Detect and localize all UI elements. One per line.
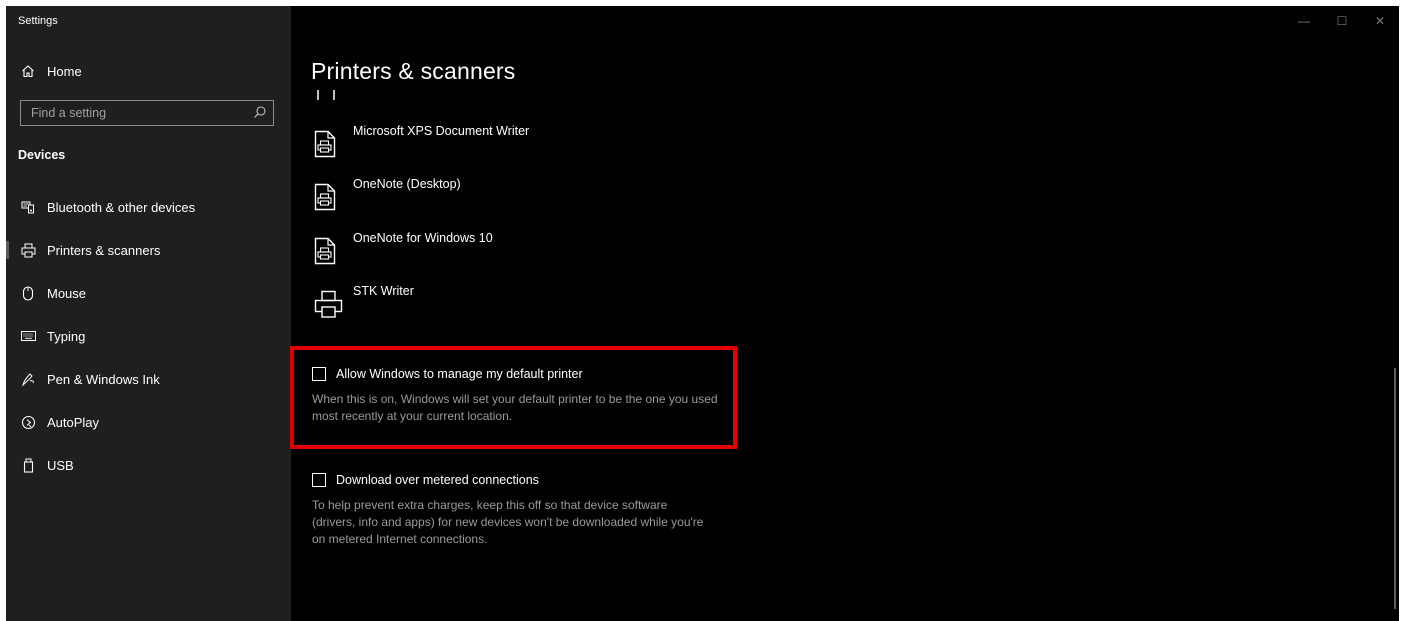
- search-input[interactable]: [21, 101, 246, 125]
- printer-item[interactable]: OneNote for Windows 10: [311, 231, 711, 275]
- sidebar-item-label: AutoPlay: [47, 414, 100, 430]
- minimize-button[interactable]: —: [1285, 6, 1323, 36]
- sidebar-item-bluetooth[interactable]: Bluetooth & other devices: [6, 189, 291, 225]
- printer-name: OneNote for Windows 10: [353, 231, 493, 245]
- highlight-box: [290, 346, 737, 449]
- metered-download-label[interactable]: Download over metered connections: [336, 473, 539, 487]
- maximize-button[interactable]: ☐: [1323, 6, 1361, 36]
- app-title: Settings: [18, 15, 58, 27]
- search-box[interactable]: [20, 100, 274, 126]
- sidebar-item-label: Home: [47, 63, 82, 79]
- sidebar: Settings Home Devices Bluetooth & other …: [6, 6, 291, 621]
- autoplay-icon: [19, 413, 37, 431]
- printer-item[interactable]: OneNote (Desktop): [311, 177, 711, 221]
- sidebar-item-label: Bluetooth & other devices: [47, 199, 196, 215]
- metered-download-checkbox[interactable]: [312, 473, 326, 487]
- usb-icon: [19, 456, 37, 474]
- sidebar-item-printers[interactable]: Printers & scanners: [6, 232, 291, 268]
- home-icon: [19, 62, 37, 80]
- keyboard-icon: [19, 327, 37, 345]
- document-printer-icon: [314, 237, 336, 270]
- metered-download-description: To help prevent extra charges, keep this…: [312, 498, 704, 546]
- metered-download-option: Download over metered connections To hel…: [312, 469, 732, 548]
- printer-name: Microsoft XPS Document Writer: [353, 124, 530, 138]
- printer-icon: [314, 290, 344, 325]
- search-icon[interactable]: [253, 105, 267, 124]
- section-heading-devices: Devices: [18, 148, 66, 162]
- printer-item[interactable]: STK Writer: [311, 284, 711, 328]
- sidebar-item-usb[interactable]: USB: [6, 447, 291, 483]
- sidebar-item-label: USB: [47, 457, 74, 473]
- document-printer-icon: [314, 130, 336, 163]
- close-button[interactable]: ✕: [1361, 6, 1399, 36]
- sidebar-item-home[interactable]: Home: [6, 53, 291, 89]
- sidebar-item-pen[interactable]: Pen & Windows Ink: [6, 361, 291, 397]
- document-printer-icon: [314, 183, 336, 216]
- settings-window: Settings Home Devices Bluetooth & other …: [6, 6, 1399, 621]
- pen-icon: [19, 370, 37, 388]
- bluetooth-devices-icon: [19, 198, 37, 216]
- metered-download-checkbox-row[interactable]: Download over metered connections: [312, 469, 732, 491]
- printer-name: STK Writer: [353, 284, 414, 298]
- page-title: Printers & scanners: [311, 58, 516, 84]
- window-controls: — ☐ ✕: [1285, 6, 1399, 36]
- mouse-icon: [19, 284, 37, 302]
- sidebar-item-label: Typing: [47, 328, 86, 344]
- printer-item[interactable]: Microsoft XPS Document Writer: [311, 124, 711, 168]
- scrollbar[interactable]: [1394, 368, 1396, 609]
- sidebar-item-label: Mouse: [47, 285, 87, 301]
- printer-icon: [19, 241, 37, 259]
- partial-printer-icon: [316, 90, 336, 100]
- printer-name: OneNote (Desktop): [353, 177, 461, 191]
- sidebar-item-mouse[interactable]: Mouse: [6, 275, 291, 311]
- sidebar-item-typing[interactable]: Typing: [6, 318, 291, 354]
- sidebar-item-label: Pen & Windows Ink: [47, 371, 160, 387]
- sidebar-item-autoplay[interactable]: AutoPlay: [6, 404, 291, 440]
- sidebar-item-label: Printers & scanners: [47, 242, 161, 258]
